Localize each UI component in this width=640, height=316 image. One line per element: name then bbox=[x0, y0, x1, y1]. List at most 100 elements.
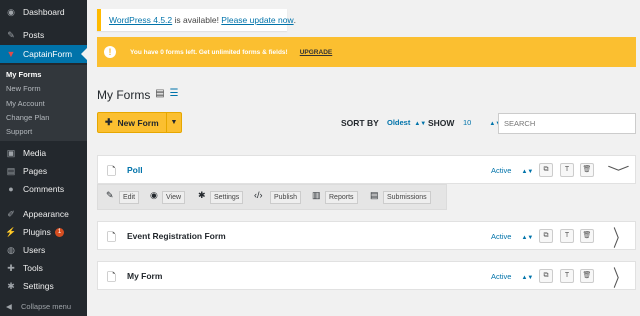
form-card[interactable]: 🗋 Event Registration Form Active ▲▼ ⧉ T 🗑… bbox=[97, 221, 636, 251]
upgrade-link[interactable]: UPGRADE bbox=[300, 49, 333, 56]
status-value: Active bbox=[491, 232, 512, 241]
submenu-change-plan[interactable]: Change Plan bbox=[6, 113, 49, 122]
form-name[interactable]: Event Registration Form bbox=[127, 231, 226, 241]
sidebar-item-label: Tools bbox=[23, 263, 43, 273]
form-name[interactable]: My Form bbox=[127, 271, 162, 281]
captainform-icon: ▼ bbox=[6, 49, 16, 59]
form-status-select[interactable]: Active ▲▼ bbox=[491, 272, 533, 281]
rename-icon[interactable]: T bbox=[560, 269, 574, 283]
submenu-new-form[interactable]: New Form bbox=[6, 84, 41, 93]
settings-icon: ✱ bbox=[7, 280, 15, 291]
sidebar-item-appearance[interactable]: ✐ Appearance bbox=[0, 205, 87, 223]
select-arrows-icon: ▲▼ bbox=[521, 169, 534, 175]
rename-icon[interactable]: T bbox=[560, 163, 574, 177]
users-icon: ◍ bbox=[7, 244, 15, 255]
view-button[interactable]: View bbox=[162, 191, 186, 204]
chevron-down-icon[interactable]: ▼ bbox=[166, 113, 181, 132]
media-icon: ▣ bbox=[6, 147, 16, 158]
dashboard-icon: ◉ bbox=[7, 6, 15, 17]
document-icon: 🗋 bbox=[107, 166, 116, 178]
sort-by-label: SORT BY bbox=[341, 118, 379, 128]
select-arrows-icon: ▲▼ bbox=[521, 235, 534, 241]
show-count-select[interactable]: 10 ▲▼ bbox=[463, 118, 501, 127]
update-now-link[interactable]: Please update now bbox=[221, 15, 293, 25]
publish-button[interactable]: Publish bbox=[270, 191, 301, 204]
submissions-icon: ▤ bbox=[370, 190, 379, 200]
sidebar-item-media[interactable]: ▣ Media bbox=[0, 144, 87, 162]
sidebar-item-label: Pages bbox=[23, 166, 48, 176]
plugin-icon: ⚡ bbox=[5, 226, 17, 237]
admin-sidebar: ◉ Dashboard ✎ Posts ▼ CaptainForm My For… bbox=[0, 0, 87, 316]
notice-text: is available! bbox=[172, 15, 222, 25]
forms-limit-banner: ! You have 0 forms left. Get unlimited f… bbox=[97, 37, 636, 67]
edit-button[interactable]: Edit bbox=[119, 191, 140, 204]
form-status-select[interactable]: Active ▲▼ bbox=[491, 166, 533, 175]
grid-view-icon[interactable]: ▤ bbox=[153, 88, 167, 99]
reports-button[interactable]: Reports bbox=[325, 191, 358, 204]
rename-icon[interactable]: T bbox=[560, 229, 574, 243]
collapse-menu-button[interactable]: ◀ Collapse menu bbox=[0, 298, 87, 314]
status-value: Active bbox=[491, 166, 512, 175]
page-title: My Forms bbox=[97, 88, 151, 102]
form-card[interactable]: 🗋 Poll Active ▲▼ ⧉ T 🗑 〉 bbox=[97, 155, 636, 184]
select-arrows-icon: ▲▼ bbox=[414, 121, 427, 127]
sidebar-item-label: Posts bbox=[23, 30, 45, 40]
page-icon: ▤ bbox=[6, 165, 16, 176]
submenu-my-forms[interactable]: My Forms bbox=[6, 70, 41, 79]
sidebar-item-posts[interactable]: ✎ Posts bbox=[0, 26, 87, 44]
search-input[interactable] bbox=[498, 113, 636, 134]
collapse-arrow-icon: ◀ bbox=[6, 301, 12, 311]
warning-icon: ! bbox=[104, 46, 116, 58]
wordpress-version-link[interactable]: WordPress 4.5.2 bbox=[109, 15, 172, 25]
sidebar-item-label: Media bbox=[23, 148, 47, 158]
brush-icon: ✐ bbox=[7, 208, 15, 219]
chevron-right-icon[interactable]: 〉 bbox=[613, 222, 627, 254]
collapse-menu-label: Collapse menu bbox=[21, 301, 72, 311]
show-value: 10 bbox=[463, 118, 472, 127]
chart-icon: ▥ bbox=[312, 190, 321, 200]
gear-icon: ✱ bbox=[198, 190, 206, 200]
submenu-support[interactable]: Support bbox=[6, 127, 32, 136]
add-form-icon: ✚ bbox=[105, 117, 113, 127]
chevron-down-icon[interactable]: 〉 bbox=[602, 165, 634, 179]
document-icon: 🗋 bbox=[107, 232, 116, 244]
form-actions-bar: ✎ Edit ◉ View ✱ Settings ‹/› Publish ▥ R… bbox=[97, 184, 447, 210]
code-icon: ‹/› bbox=[254, 190, 263, 200]
pencil-icon: ✎ bbox=[106, 190, 114, 200]
sidebar-item-users[interactable]: ◍ Users bbox=[0, 241, 87, 259]
sidebar-item-dashboard[interactable]: ◉ Dashboard bbox=[0, 3, 87, 21]
duplicate-icon[interactable]: ⧉ bbox=[539, 229, 553, 243]
sidebar-item-plugins[interactable]: ⚡ Plugins 1 bbox=[0, 223, 87, 241]
sidebar-item-captainform[interactable]: ▼ CaptainForm bbox=[0, 45, 87, 63]
sidebar-item-label: Users bbox=[23, 245, 46, 255]
duplicate-icon[interactable]: ⧉ bbox=[539, 163, 553, 177]
sidebar-item-pages[interactable]: ▤ Pages bbox=[0, 162, 87, 180]
main-content: WordPress 4.5.2 is available! Please upd… bbox=[87, 0, 640, 316]
list-view-icon[interactable]: ☰ bbox=[167, 88, 181, 99]
chevron-right-icon[interactable]: 〉 bbox=[613, 262, 627, 294]
sort-select[interactable]: Oldest ▲▼ bbox=[387, 118, 426, 127]
trash-icon[interactable]: 🗑 bbox=[580, 269, 594, 283]
form-status-select[interactable]: Active ▲▼ bbox=[491, 232, 533, 241]
status-value: Active bbox=[491, 272, 512, 281]
sidebar-item-comments[interactable]: ● Comments bbox=[0, 180, 87, 198]
form-name[interactable]: Poll bbox=[127, 165, 143, 175]
trash-icon[interactable]: 🗑 bbox=[580, 229, 594, 243]
sidebar-item-tools[interactable]: ✚ Tools bbox=[0, 259, 87, 277]
show-label: SHOW bbox=[428, 118, 455, 128]
view-toggle: ▤ ☰ bbox=[153, 88, 181, 99]
settings-button[interactable]: Settings bbox=[210, 191, 244, 204]
captainform-submenu: My Forms New Form My Account Change Plan… bbox=[0, 65, 87, 141]
new-form-button[interactable]: ✚ New Form ▼ bbox=[97, 112, 182, 133]
duplicate-icon[interactable]: ⧉ bbox=[539, 269, 553, 283]
comment-icon: ● bbox=[8, 184, 14, 194]
banner-text: You have 0 forms left. Get unlimited for… bbox=[130, 48, 288, 56]
submenu-my-account[interactable]: My Account bbox=[6, 99, 45, 108]
form-card[interactable]: 🗋 My Form Active ▲▼ ⧉ T 🗑 〉 bbox=[97, 261, 636, 291]
sidebar-item-settings[interactable]: ✱ Settings bbox=[0, 277, 87, 295]
document-icon: 🗋 bbox=[107, 272, 116, 284]
wrench-icon: ✚ bbox=[7, 262, 15, 273]
submissions-button[interactable]: Submissions bbox=[383, 191, 431, 204]
trash-icon[interactable]: 🗑 bbox=[580, 163, 594, 177]
sidebar-item-label: Settings bbox=[23, 281, 54, 291]
